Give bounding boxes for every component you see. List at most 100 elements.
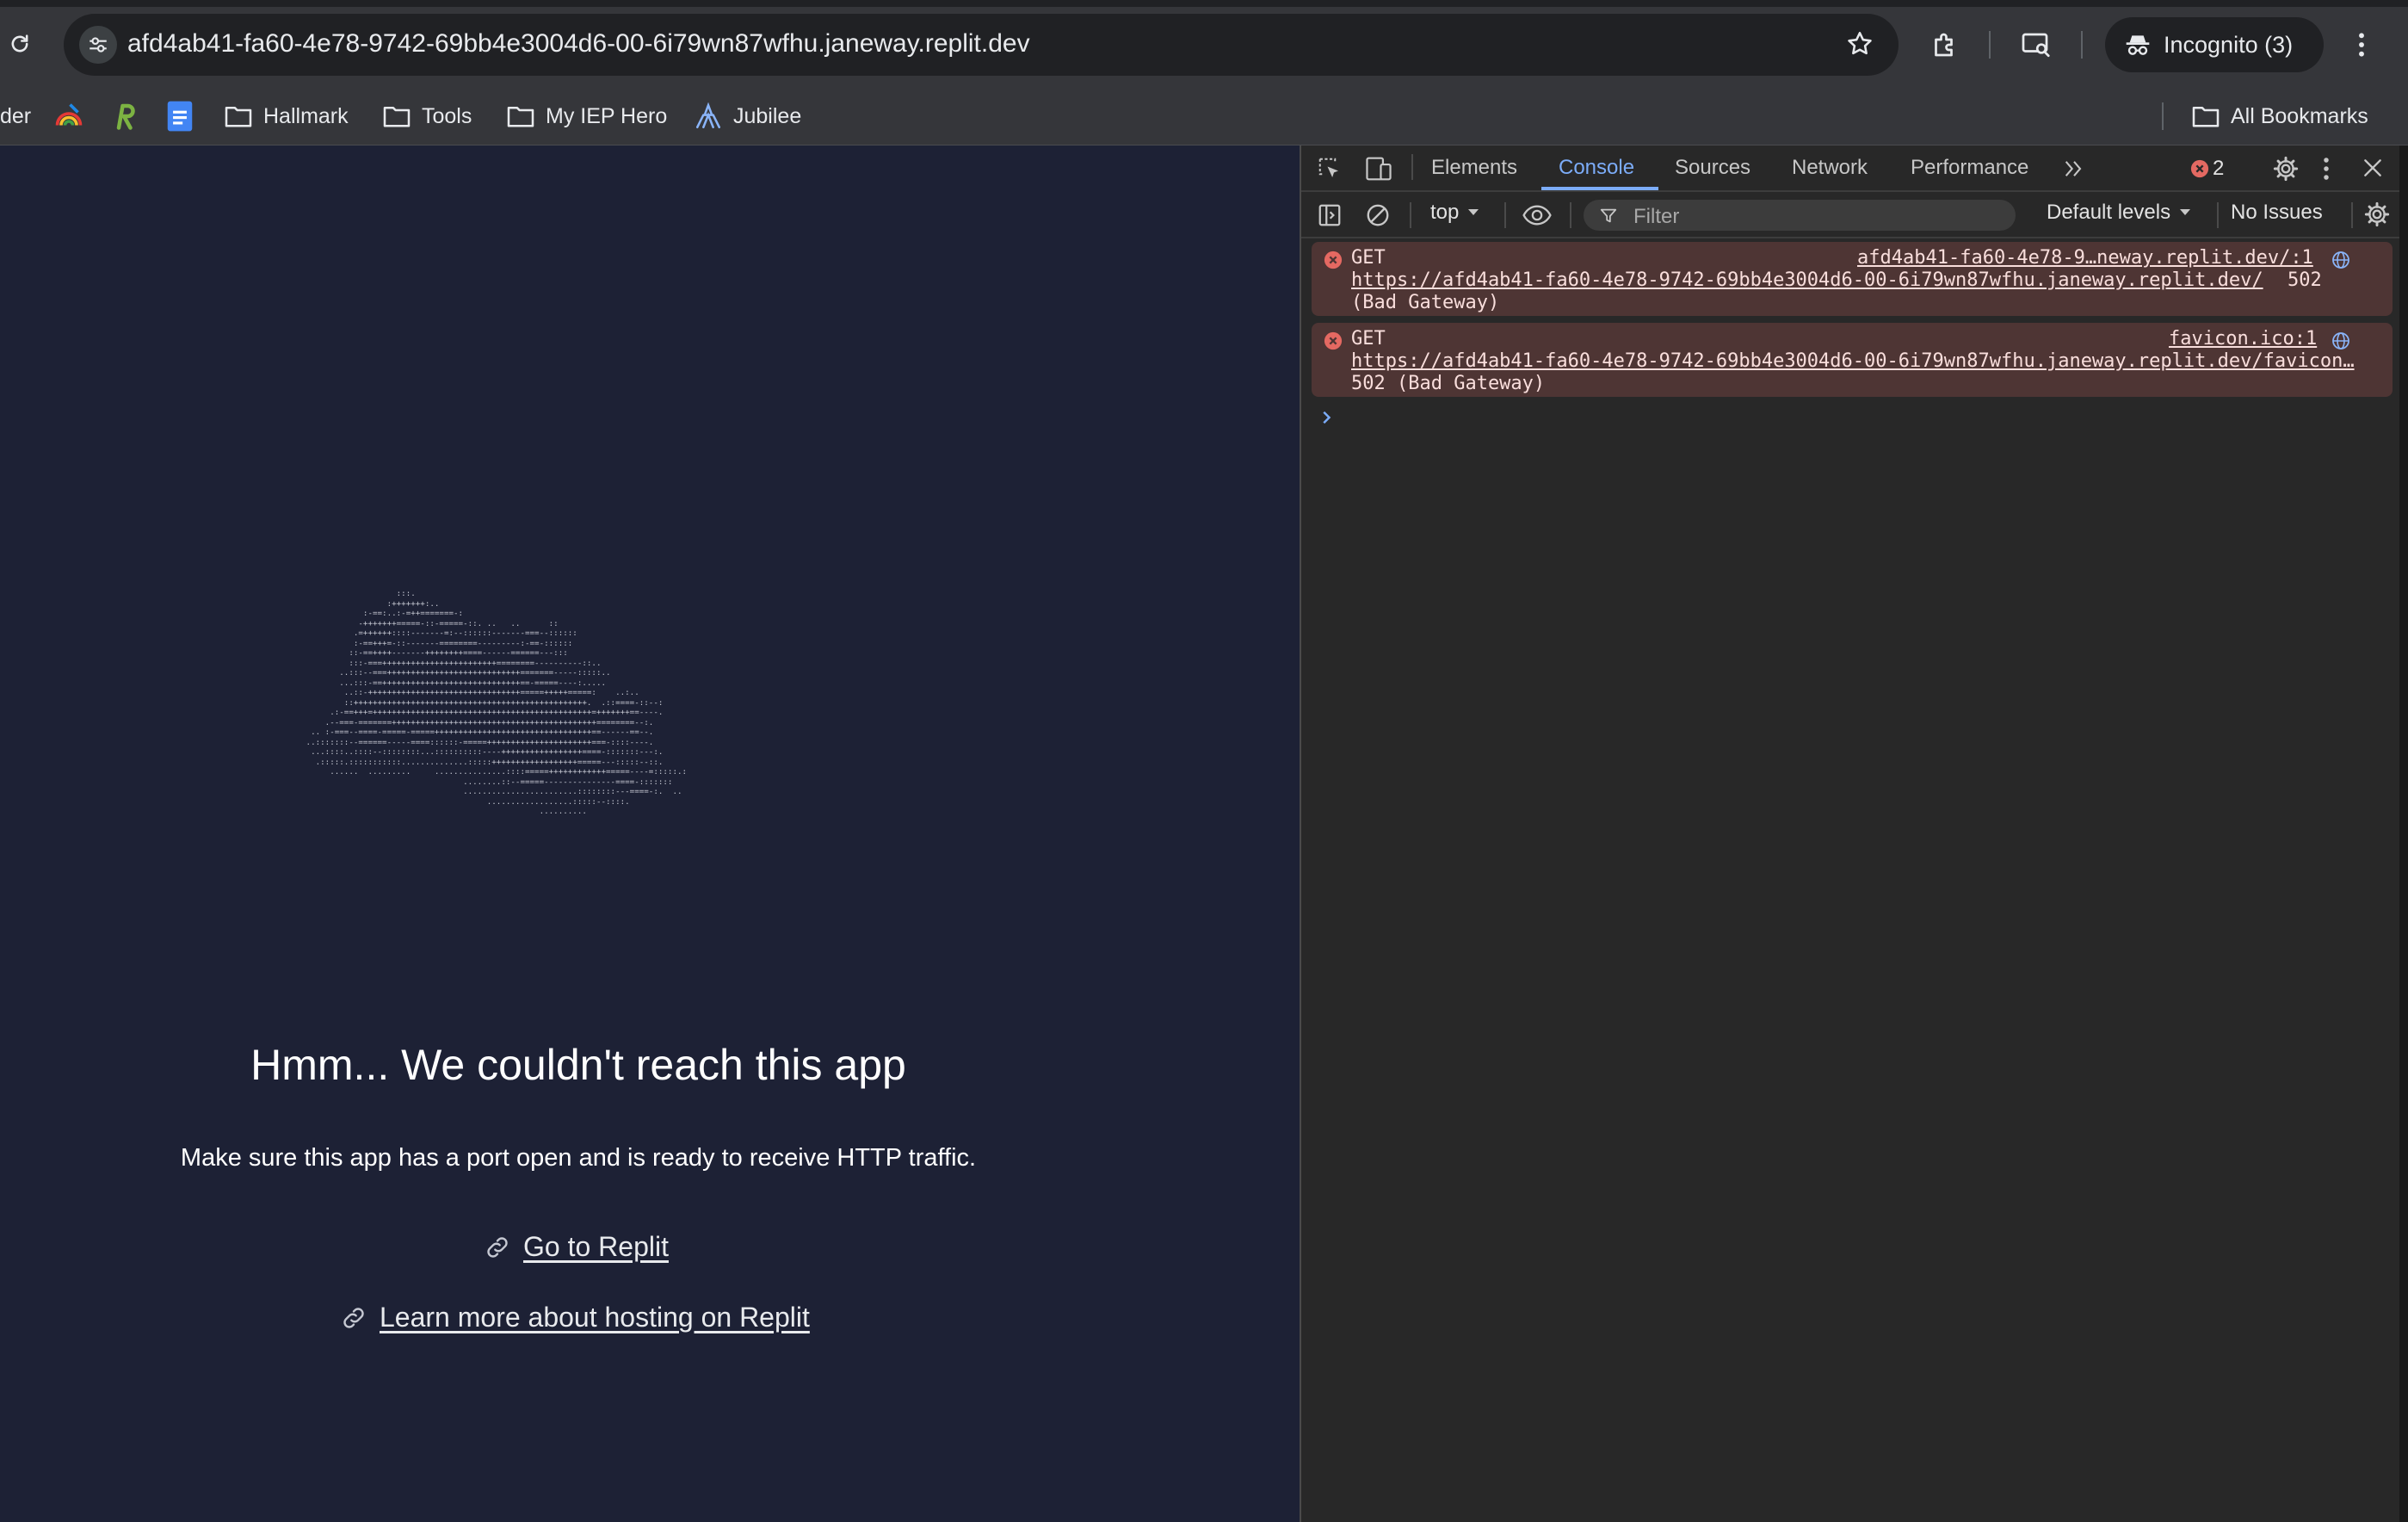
tab-elements[interactable]: Elements xyxy=(1431,156,1517,180)
filter-placeholder: Filter xyxy=(1633,205,1680,228)
context-label: top xyxy=(1430,201,1460,224)
all-bookmarks-button[interactable]: All Bookmarks xyxy=(2191,97,2368,135)
rainbow-icon xyxy=(55,103,83,126)
error-circle-icon xyxy=(2190,159,2209,178)
ascii-art-cloud: :::. :+++++++:.. :-==:..:-=++=======-: -… xyxy=(301,589,869,864)
folder-icon xyxy=(507,106,534,127)
status-text: 502 (Bad Gateway) xyxy=(1351,373,1546,394)
incognito-icon xyxy=(2126,35,2150,55)
bookmark-folder-my-iep-hero[interactable]: My IEP Hero xyxy=(506,97,667,135)
extensions-button[interactable] xyxy=(1926,26,1964,64)
toolbar-divider xyxy=(2217,202,2219,228)
folder-icon xyxy=(2192,106,2220,127)
tab-divider xyxy=(1411,154,1413,180)
bookmarks-divider xyxy=(2162,102,2164,130)
globe-icon xyxy=(2332,332,2349,350)
console-settings-button[interactable] xyxy=(2363,201,2391,228)
close-icon xyxy=(2364,159,2381,176)
live-expression-button[interactable] xyxy=(1522,202,1553,228)
learn-more-hosting-label: Learn more about hosting on Replit xyxy=(380,1302,810,1333)
tab-sources[interactable]: Sources xyxy=(1675,156,1750,180)
toolbar-divider xyxy=(1989,31,1991,59)
bookmark-label: Jubilee xyxy=(733,103,802,128)
issues-button[interactable]: No Issues xyxy=(2231,201,2323,225)
request-method: GET xyxy=(1351,247,1386,269)
console-toolbar: top Filter Default levels No Issues xyxy=(1301,192,2401,238)
chevron-right-icon xyxy=(1323,411,1331,424)
error-count: 2 xyxy=(2213,157,2225,180)
inspect-element-button[interactable] xyxy=(1317,156,1343,182)
bookmark-rainbow[interactable] xyxy=(53,97,84,135)
incognito-profile-button[interactable]: Incognito (3) xyxy=(2105,17,2324,72)
link-icon xyxy=(343,1307,364,1328)
bookmark-star-button[interactable] xyxy=(1845,29,1874,59)
window-edge xyxy=(2399,145,2408,1522)
clear-icon xyxy=(1367,204,1389,226)
bookmark-label: Tools xyxy=(422,103,472,128)
bookmark-jubilee[interactable]: Jubilee xyxy=(694,97,801,135)
cast-search-button[interactable] xyxy=(2017,26,2055,64)
tab-performance[interactable]: Performance xyxy=(1911,156,2028,180)
status-code: 502 xyxy=(2288,269,2322,291)
folder-icon xyxy=(383,106,411,127)
page-viewport: :::. :+++++++:.. :-==:..:-=++=======-: -… xyxy=(0,145,1300,1522)
bookmark-docs[interactable] xyxy=(165,97,194,135)
error-count-badge[interactable]: 2 xyxy=(2190,157,2224,181)
show-sidebar-button[interactable] xyxy=(1317,202,1343,228)
tab-console[interactable]: Console xyxy=(1559,156,1634,180)
bookmark-folder-tools[interactable]: Tools xyxy=(382,97,472,135)
green-r-logo-icon xyxy=(116,103,135,130)
dropdown-arrow-icon xyxy=(1468,209,1479,215)
device-mode-icon xyxy=(1366,157,1392,181)
clear-console-button[interactable] xyxy=(1365,202,1391,228)
learn-more-hosting-link[interactable]: Learn more about hosting on Replit xyxy=(340,1302,810,1333)
more-tabs-button[interactable] xyxy=(2062,158,2086,180)
reload-button[interactable] xyxy=(0,24,40,64)
toolbar-divider xyxy=(1504,202,1506,228)
star-icon xyxy=(1848,31,1872,55)
toolbar-divider xyxy=(2351,202,2353,228)
context-selector[interactable]: top xyxy=(1430,201,1479,225)
gear-icon xyxy=(2273,156,2299,182)
browser-toolbar: afd4ab41-fa60-4e78-9742-69bb4e3004d6-00-… xyxy=(0,0,2408,89)
devtools-menu-button[interactable] xyxy=(2322,156,2331,182)
device-toolbar-button[interactable] xyxy=(1365,156,1392,182)
bookmark-partial[interactable]: der xyxy=(0,97,31,135)
double-chevron-icon xyxy=(2065,161,2082,176)
tune-icon xyxy=(90,37,107,53)
bookmark-label: My IEP Hero xyxy=(546,103,668,128)
log-levels-dropdown[interactable]: Default levels xyxy=(2047,201,2191,225)
link-icon xyxy=(487,1236,508,1258)
console-filter-input[interactable]: Filter xyxy=(1584,200,2016,231)
kebab-menu-icon xyxy=(2359,33,2364,57)
toolbar-divider xyxy=(1570,202,1571,228)
bookmark-r-logo[interactable] xyxy=(110,97,138,135)
bookmark-folder-hallmark[interactable]: Hallmark xyxy=(224,97,349,135)
sidebar-icon xyxy=(1318,204,1341,226)
globe-icon xyxy=(2332,251,2349,269)
site-info-button[interactable] xyxy=(79,26,117,64)
error-message: Make sure this app has a port open and i… xyxy=(180,1144,977,1172)
source-link[interactable]: afd4ab41-fa60-4e78-9…neway.replit.dev/:1 xyxy=(1857,247,2313,269)
error-circle-icon xyxy=(1324,251,1343,269)
bookmarks-bar: der Hallmark Tools My IEP Hero Jubilee A… xyxy=(0,89,2408,146)
browser-menu-button[interactable] xyxy=(2343,26,2380,64)
dropdown-arrow-icon xyxy=(2180,209,2191,215)
devtools-settings-button[interactable] xyxy=(2272,155,2300,183)
go-to-replit-link[interactable]: Go to Replit xyxy=(484,1231,669,1263)
inspect-cursor-icon xyxy=(1318,158,1338,177)
devtools-tab-bar: Elements Console Sources Network Perform… xyxy=(1301,145,2401,192)
close-devtools-button[interactable] xyxy=(2362,157,2384,179)
tab-network[interactable]: Network xyxy=(1792,156,1868,180)
request-url-link[interactable]: https://afd4ab41-fa60-4e78-9742-69bb4e30… xyxy=(1351,350,2355,372)
source-link[interactable]: favicon.ico:1 xyxy=(2169,328,2317,350)
folder-icon xyxy=(225,106,252,127)
request-url-link[interactable]: https://afd4ab41-fa60-4e78-9742-69bb4e30… xyxy=(1351,269,2263,291)
url-text[interactable]: afd4ab41-fa60-4e78-9742-69bb4e3004d6-00-… xyxy=(127,29,1030,59)
devtools-panel: Elements Console Sources Network Perform… xyxy=(1300,145,2401,1522)
address-bar[interactable]: afd4ab41-fa60-4e78-9742-69bb4e3004d6-00-… xyxy=(64,14,1899,76)
error-headline: Hmm... We couldn't reach this app xyxy=(250,1041,906,1089)
console-error-message: GET favicon.ico:1 https://afd4ab41-fa60-… xyxy=(1312,323,2393,397)
console-input-prompt[interactable] xyxy=(1320,409,1334,426)
bookmark-partial-label: der xyxy=(0,103,32,128)
